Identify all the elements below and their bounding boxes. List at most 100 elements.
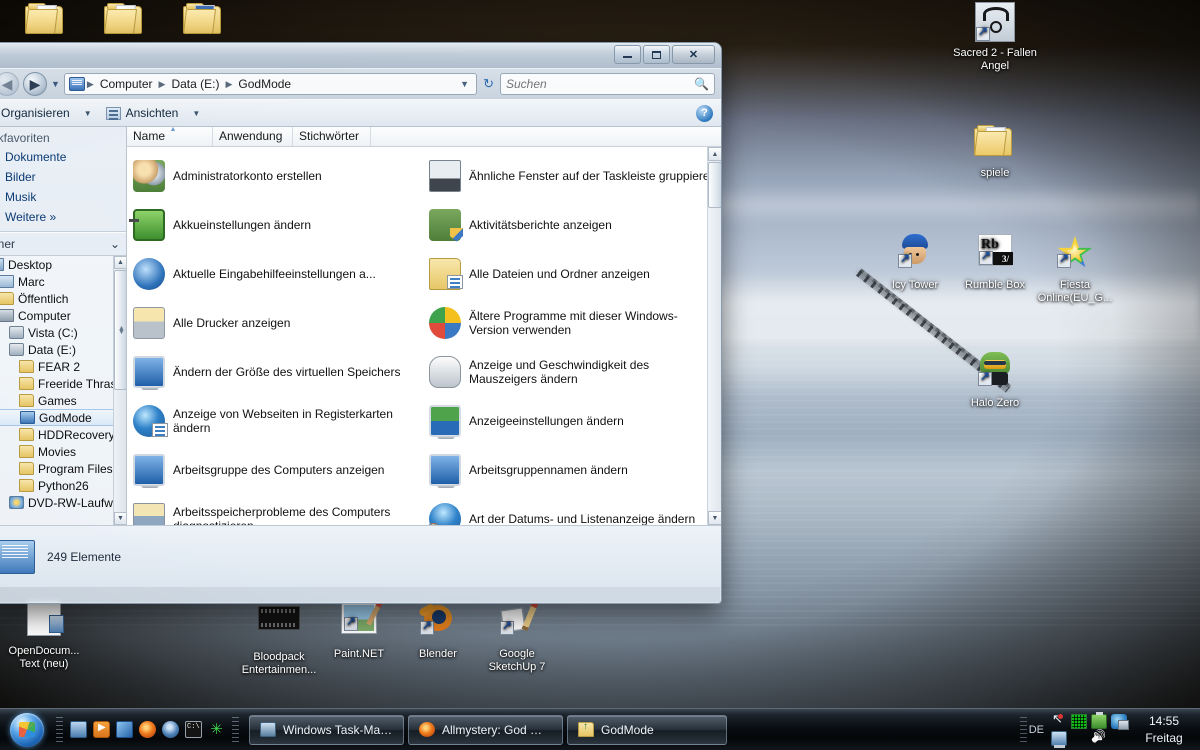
refresh-icon[interactable]: ↻ xyxy=(481,76,496,92)
tree-item-desktop[interactable]: Desktop xyxy=(0,256,126,273)
items-grid[interactable]: Administratorkonto erstellen Ähnliche Fen… xyxy=(127,147,721,525)
list-scroll-thumb[interactable] xyxy=(708,162,721,208)
tree-scrollbar[interactable]: ▲ ▲ ▼ ▼ xyxy=(113,256,126,525)
explorer-window[interactable]: ✕ ◀ ▶ ▼ ▶ Computer ▶ Data (E:) ▶ GodMode… xyxy=(0,42,722,604)
list-item[interactable]: Arbeitsgruppe des Computers anzeigen xyxy=(129,445,425,494)
breadcrumb-item-computer[interactable]: Computer xyxy=(96,76,157,92)
list-item[interactable]: Art der Datums- und Listenanzeige ändern xyxy=(425,494,721,525)
window-titlebar[interactable]: ✕ xyxy=(0,43,721,69)
taskbar[interactable]: ✳ Windows Task-Man... Allmystery: God Mo… xyxy=(0,708,1200,750)
list-item[interactable]: Alle Dateien und Ordner anzeigen xyxy=(425,249,721,298)
tree-scroll-up-button[interactable]: ▲ xyxy=(114,256,126,269)
tree-item-freeride-thrash[interactable]: Freeride Thrash xyxy=(0,375,126,392)
list-scroll-up-button[interactable]: ▲ xyxy=(708,147,721,161)
desktop-icon-opendocument-text[interactable]: OpenDocum... Text (neu) xyxy=(0,600,88,671)
list-item[interactable]: Alle Drucker anzeigen xyxy=(129,298,425,347)
tree-scroll-down-button[interactable]: ▼ xyxy=(114,512,126,525)
desktop-icon-folder-3[interactable] xyxy=(161,0,247,45)
desktop-icon-fiesta-online[interactable]: Fiesta Online(EU_G... xyxy=(1032,234,1118,305)
list-item[interactable]: Arbeitsspeicherprobleme des Computers di… xyxy=(129,494,425,525)
desktop-icon-bloodpack[interactable]: Bloodpack Entertainmen... xyxy=(236,600,322,677)
tree-item-ffentlich[interactable]: Öffentlich xyxy=(0,290,126,307)
quicklaunch-grip-handle[interactable] xyxy=(56,716,63,743)
tree-item-games[interactable]: Games xyxy=(0,392,126,409)
tray-grip-handle[interactable] xyxy=(1019,716,1027,743)
search-box[interactable]: 🔍 xyxy=(500,73,715,95)
tree-item-hddrecovery[interactable]: HDDRecovery xyxy=(0,426,126,443)
desktop-icon-rumble-box[interactable]: Rb 3/ Rumble Box xyxy=(952,234,1038,292)
clock[interactable]: 14:55 Freitag xyxy=(1134,713,1194,747)
favorite-musik[interactable]: Musik xyxy=(0,187,126,207)
flip3d-icon[interactable] xyxy=(116,721,133,738)
firefox-icon[interactable] xyxy=(139,721,156,738)
green-grid-icon[interactable] xyxy=(1071,713,1087,729)
list-item[interactable]: Anzeige und Geschwindigkeit des Mauszeig… xyxy=(425,347,721,396)
column-header-filler[interactable] xyxy=(371,127,721,146)
taskbar-grip-handle[interactable] xyxy=(232,716,239,743)
task-button-firefox[interactable]: Allmystery: God Mo... xyxy=(408,714,563,745)
chevron-down-icon[interactable]: ▼ xyxy=(457,79,472,89)
list-item[interactable]: Ändern der Größe des virtuellen Speicher… xyxy=(129,347,425,396)
command-prompt-icon[interactable] xyxy=(185,721,202,738)
views-button[interactable]: Ansichten xyxy=(100,103,185,123)
back-button[interactable]: ◀ xyxy=(0,72,19,96)
list-item[interactable]: Anzeige von Webseiten in Registerkarten … xyxy=(129,396,425,445)
show-desktop-icon[interactable] xyxy=(70,721,87,738)
favorite-bilder[interactable]: Bilder xyxy=(0,167,126,187)
asterisk-icon[interactable]: ✳ xyxy=(208,721,225,738)
tree-item-marc[interactable]: Marc xyxy=(0,273,126,290)
folders-section-header[interactable]: rdner ⌄ xyxy=(0,232,126,255)
breadcrumb-item-data-e[interactable]: Data (E:) xyxy=(167,76,223,92)
tree-item-data-e[interactable]: Data (E:) xyxy=(0,341,126,358)
language-indicator[interactable]: DE xyxy=(1029,724,1044,736)
battery-icon[interactable] xyxy=(1091,711,1107,729)
tree-item-godmode[interactable]: GodMode xyxy=(0,409,126,426)
views-chevron-icon[interactable]: ▼ xyxy=(188,109,204,118)
monitor-icon[interactable] xyxy=(1051,730,1067,748)
column-header-name[interactable]: ▲ Name xyxy=(127,127,213,146)
list-scrollbar[interactable]: ▲ ▼ xyxy=(707,147,721,525)
list-item[interactable]: Administratorkonto erstellen xyxy=(129,151,425,200)
volume-icon[interactable] xyxy=(1091,731,1107,746)
task-button-godmode[interactable]: GodMode xyxy=(567,714,727,745)
folder-tree[interactable]: Desktop Marc Öffentlich Computer Vista (C:) D… xyxy=(0,255,126,525)
task-button-task-manager[interactable]: Windows Task-Man... xyxy=(249,714,404,745)
tree-item-dvd-rw-laufwer[interactable]: DVD-RW-Laufwer xyxy=(0,494,126,511)
tree-item-computer[interactable]: Computer xyxy=(0,307,126,324)
windows-media-player-icon[interactable] xyxy=(93,721,110,738)
breadcrumb[interactable]: ▶ Computer ▶ Data (E:) ▶ GodMode ▼ xyxy=(63,73,478,95)
desktop-icon-sacred2[interactable]: Sacred 2 - Fallen Angel xyxy=(952,2,1038,73)
start-button[interactable] xyxy=(2,711,52,749)
tree-item-program-files[interactable]: Program Files xyxy=(0,460,126,477)
list-item[interactable]: Anzeigeeinstellungen ändern xyxy=(425,396,721,445)
desktop-icon-folder-2[interactable] xyxy=(82,0,168,45)
forward-button[interactable]: ▶ xyxy=(23,72,47,96)
column-header-stichwoerter[interactable]: Stichwörter xyxy=(293,127,371,146)
desktop-icon-folder-1[interactable] xyxy=(3,0,89,45)
organize-button[interactable]: Organisieren xyxy=(0,103,76,123)
miranda-im-icon[interactable] xyxy=(162,721,179,738)
tree-item-vista-c[interactable]: Vista (C:) xyxy=(0,324,126,341)
maximize-button[interactable] xyxy=(643,45,670,64)
breadcrumb-item-godmode[interactable]: GodMode xyxy=(234,76,295,92)
desktop-icon-blender[interactable]: Blender xyxy=(395,600,481,661)
desktop[interactable]: Sacred 2 - Fallen Angel spiele Icy Tower… xyxy=(0,0,1200,750)
list-item[interactable]: Aktivitätsberichte anzeigen xyxy=(425,200,721,249)
desktop-icon-sketchup[interactable]: Google SketchUp 7 xyxy=(474,600,560,674)
desktop-icon-paintnet[interactable]: Paint.NET xyxy=(316,600,402,661)
desktop-icon-spiele[interactable]: spiele xyxy=(952,118,1038,180)
tree-item-movies[interactable]: Movies xyxy=(0,443,126,460)
tree-item-python26[interactable]: Python26 xyxy=(0,477,126,494)
chevron-down-icon[interactable]: ⌄ xyxy=(110,237,120,251)
history-dropdown-icon[interactable]: ▼ xyxy=(51,79,60,89)
list-item[interactable]: Aktuelle Eingabehilfeeinstellungen a... xyxy=(129,249,425,298)
tree-scroll-thumb[interactable]: ▲ ▼ xyxy=(114,270,126,390)
desktop-icon-icy-tower[interactable]: Icy Tower xyxy=(872,234,958,292)
network-icon[interactable] xyxy=(1111,713,1129,730)
minimize-button[interactable] xyxy=(614,45,641,64)
help-button[interactable]: ? xyxy=(696,104,713,122)
favorites-more-button[interactable]: Weitere » xyxy=(0,207,126,227)
list-scroll-down-button[interactable]: ▼ xyxy=(708,511,721,525)
close-button[interactable]: ✕ xyxy=(672,45,715,64)
search-input[interactable] xyxy=(506,77,695,91)
